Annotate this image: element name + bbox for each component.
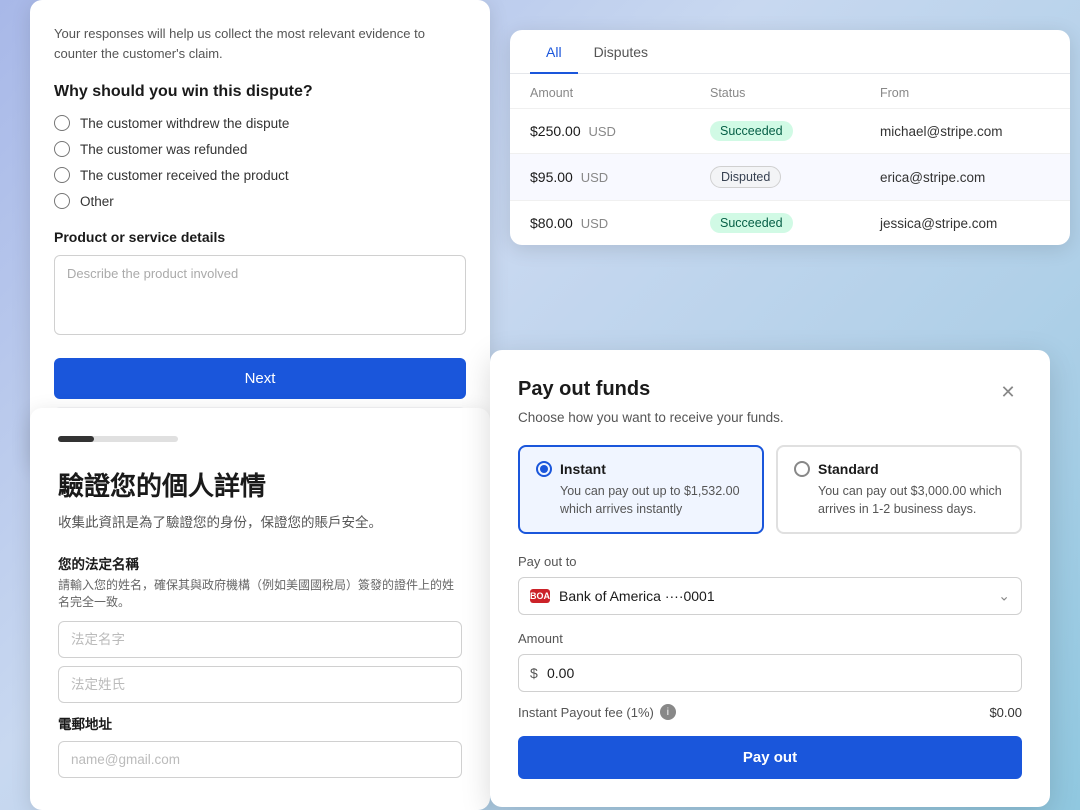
radio-other[interactable] [54,193,70,209]
radio-received[interactable] [54,167,70,183]
pay-out-button[interactable]: Pay out [518,736,1022,779]
option-withdrew[interactable]: The customer withdrew the dispute [54,115,466,131]
instant-label: Instant [560,461,606,477]
payout-options: Instant You can pay out up to $1,532.00 … [518,445,1022,534]
option-other[interactable]: Other [54,193,466,209]
status-badge-cell: Succeeded [710,121,880,141]
legal-name-hint: 請輸入您的姓名，確保其與政府機構（例如美國國稅局）簽發的證件上的姓名完全一致。 [58,577,462,611]
verification-card: 驗證您的個人詳情 收集此資訊是為了驗證您的身份，保證您的賬戶安全。 您的法定名稱… [30,408,490,810]
status-badge: Disputed [710,166,781,188]
email-label: 電郵地址 [58,713,462,733]
standard-desc: You can pay out $3,000.00 which arrives … [794,483,1004,518]
table-row[interactable]: $80.00 USD Succeeded jessica@stripe.com [510,200,1070,245]
fee-label: Instant Payout fee (1%) i [518,704,676,720]
option-refunded[interactable]: The customer was refunded [54,141,466,157]
chevron-down-icon: ⌄ [998,588,1010,605]
close-button[interactable]: ✕ [994,378,1022,406]
option-refunded-label: The customer was refunded [80,142,247,157]
dispute-section-title: Why should you win this dispute? [54,83,466,101]
legal-name-label: 您的法定名稱 [58,553,462,573]
fee-amount: $0.00 [989,705,1022,720]
verification-title: 驗證您的個人詳情 [58,466,462,503]
payout-option-standard[interactable]: Standard You can pay out $3,000.00 which… [776,445,1022,534]
payout-title: Pay out funds [518,378,650,401]
table-row[interactable]: $95.00 USD Disputed erica@stripe.com [510,153,1070,200]
last-name-input[interactable] [58,666,462,703]
first-name-input[interactable] [58,621,462,658]
option-withdrew-label: The customer withdrew the dispute [80,116,289,131]
dispute-intro: Your responses will help us collect the … [54,24,466,63]
email-input[interactable] [58,741,462,778]
radio-withdrew[interactable] [54,115,70,131]
bank-icon: BOA [530,589,550,603]
amount-prefix: $ [530,665,538,681]
payout-subtitle: Choose how you want to receive your fund… [518,410,1022,425]
payout-option-instant[interactable]: Instant You can pay out up to $1,532.00 … [518,445,764,534]
bank-select-wrap: BOA Bank of America ····0001 ⌄ [518,577,1022,615]
status-badge: Succeeded [710,213,793,233]
progress-bar-fill [58,436,94,442]
amount-cell: $80.00 USD [530,215,710,231]
col-amount: Amount [530,86,710,100]
col-status: Status [710,86,880,100]
table-header: Amount Status From [510,74,1070,108]
product-details-label: Product or service details [54,229,466,245]
tab-disputes[interactable]: Disputes [578,30,664,74]
amount-cell: $95.00 USD [530,169,710,185]
tab-all[interactable]: All [530,30,578,74]
from-cell: erica@stripe.com [880,170,1050,185]
status-badge: Succeeded [710,121,793,141]
from-cell: jessica@stripe.com [880,216,1050,231]
pay-to-label: Pay out to [518,554,1022,569]
bank-select[interactable]: Bank of America ····0001 [518,577,1022,615]
info-icon[interactable]: i [660,704,676,720]
option-other-label: Other [80,194,114,209]
col-from: From [880,86,1050,100]
status-badge-cell: Disputed [710,166,880,188]
payout-modal: Pay out funds ✕ Choose how you want to r… [490,350,1050,807]
option-received-label: The customer received the product [80,168,289,183]
instant-desc: You can pay out up to $1,532.00 which ar… [536,483,746,518]
next-button[interactable]: Next [54,358,466,399]
tabs-row: All Disputes [510,30,1070,74]
option-received[interactable]: The customer received the product [54,167,466,183]
progress-bar [58,436,178,442]
amount-label: Amount [518,631,1022,646]
dispute-card: Your responses will help us collect the … [30,0,490,467]
payout-header: Pay out funds ✕ [518,378,1022,406]
amount-cell: $250.00 USD [530,123,710,139]
amount-input-wrap: $ [518,654,1022,692]
verification-subtitle: 收集此資訊是為了驗證您的身份，保證您的賬戶安全。 [58,511,462,531]
radio-refunded[interactable] [54,141,70,157]
table-row[interactable]: $250.00 USD Succeeded michael@stripe.com [510,108,1070,153]
radio-standard [794,461,810,477]
standard-label: Standard [818,461,879,477]
dispute-options: The customer withdrew the dispute The cu… [54,115,466,209]
radio-instant [536,461,552,477]
amount-input[interactable] [518,654,1022,692]
from-cell: michael@stripe.com [880,124,1050,139]
status-badge-cell: Succeeded [710,213,880,233]
product-textarea[interactable] [54,255,466,335]
fee-row: Instant Payout fee (1%) i $0.00 [518,704,1022,720]
transactions-card: All Disputes Amount Status From $250.00 … [510,30,1070,245]
